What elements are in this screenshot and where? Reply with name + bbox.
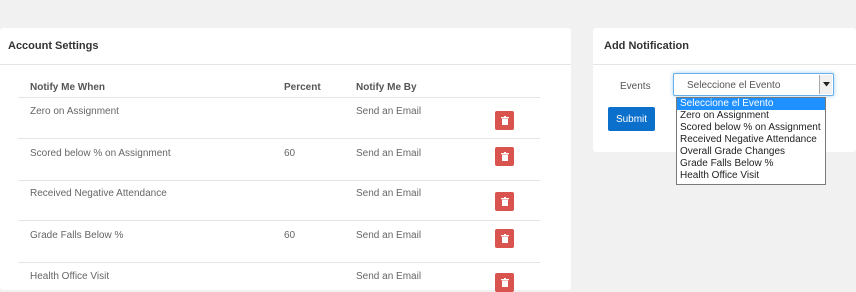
trash-icon <box>500 116 509 125</box>
row-divider <box>18 262 540 263</box>
events-select[interactable]: Seleccione el Evento <box>673 73 834 96</box>
row-divider <box>18 220 540 221</box>
method-cell: Send an Email <box>356 148 422 159</box>
row-divider <box>18 138 540 139</box>
method-cell: Send an Email <box>356 188 422 199</box>
column-header-notify-by: Notify Me By <box>356 82 417 93</box>
delete-button[interactable] <box>495 111 514 130</box>
dropdown-option[interactable]: Health Office Visit <box>677 170 825 182</box>
method-cell: Send an Email <box>356 106 422 117</box>
dropdown-option[interactable]: Received Negative Attendance <box>677 134 825 146</box>
trash-icon <box>500 152 509 161</box>
dropdown-option[interactable]: Overall Grade Changes <box>677 146 825 158</box>
table-header-divider <box>18 97 540 98</box>
delete-button[interactable] <box>495 192 514 211</box>
event-cell: Health Office Visit <box>30 271 110 282</box>
dropdown-option[interactable]: Seleccione el Evento <box>677 98 825 110</box>
method-cell: Send an Email <box>356 271 422 282</box>
event-cell: Scored below % on Assignment <box>30 148 171 159</box>
percent-cell: 60 <box>284 148 296 159</box>
delete-button[interactable] <box>495 147 514 166</box>
trash-icon <box>500 278 509 287</box>
trash-icon <box>500 197 509 206</box>
events-label: Events <box>620 81 651 92</box>
account-settings-panel: Account Settings Notify Me When Percent … <box>0 28 571 292</box>
column-header-percent: Percent <box>284 82 321 93</box>
panel-divider <box>0 64 571 65</box>
event-cell: Grade Falls Below % <box>30 230 124 241</box>
column-header-notify-when: Notify Me When <box>30 82 105 93</box>
delete-button[interactable] <box>495 229 514 248</box>
dropdown-option[interactable]: Zero on Assignment <box>677 110 825 122</box>
add-notification-title: Add Notification <box>604 40 689 52</box>
account-settings-title: Account Settings <box>8 40 99 52</box>
dropdown-option[interactable]: Grade Falls Below % <box>677 158 825 170</box>
dropdown-option[interactable]: Scored below % on Assignment <box>677 122 825 134</box>
events-select-value: Seleccione el Evento <box>687 80 781 91</box>
panel-divider <box>593 64 856 65</box>
chevron-down-icon[interactable] <box>819 75 832 94</box>
events-dropdown-list: Seleccione el Evento Zero on Assignment … <box>676 97 826 185</box>
trash-icon <box>500 234 509 243</box>
method-cell: Send an Email <box>356 230 422 241</box>
delete-button[interactable] <box>495 273 514 292</box>
event-cell: Zero on Assignment <box>30 106 119 117</box>
percent-cell: 60 <box>284 230 296 241</box>
event-cell: Received Negative Attendance <box>30 188 167 199</box>
row-divider <box>18 180 540 181</box>
submit-button[interactable]: Submit <box>608 107 655 131</box>
